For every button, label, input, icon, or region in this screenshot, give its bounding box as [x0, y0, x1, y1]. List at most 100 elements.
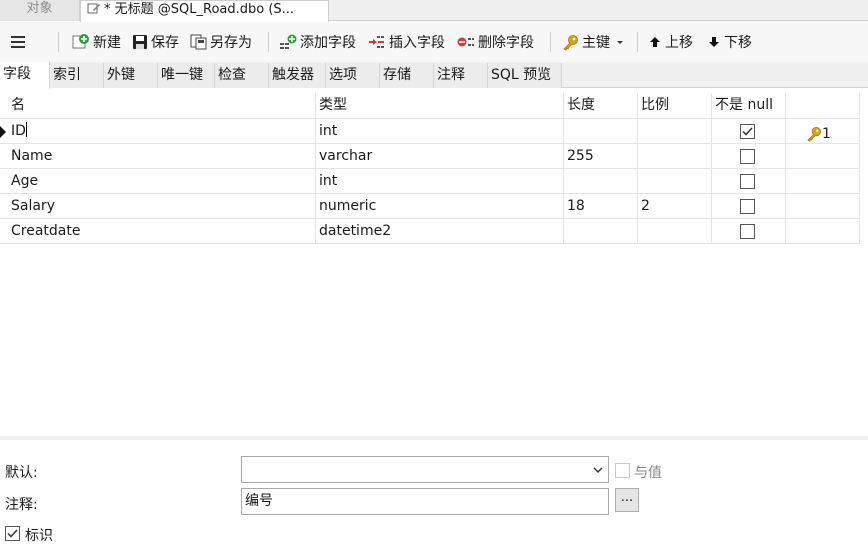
- designer-subtabs: 字段 索引 外键 唯一键 检查 触发器 选项 存储 注释 SQL 预览: [0, 62, 868, 89]
- field-length-cell[interactable]: [564, 119, 638, 143]
- dropdown-arrow-icon: [617, 41, 623, 44]
- chevron-down-icon: [593, 467, 603, 473]
- primary-key-dropdown[interactable]: 主键: [562, 22, 628, 62]
- field-name-cell[interactable]: ID: [8, 119, 316, 143]
- new-table-icon: [72, 34, 89, 49]
- field-properties-panel: 默认: 与值 注释: 编号 ... 标识: [0, 436, 868, 556]
- field-name-cell[interactable]: Age: [8, 169, 316, 193]
- field-scale-cell[interactable]: [638, 169, 712, 193]
- table-row[interactable]: Salary numeric 18 2: [0, 194, 860, 219]
- primary-key-order: 1: [822, 126, 831, 142]
- field-scale-cell[interactable]: [638, 219, 712, 243]
- checkmark-icon: [7, 529, 18, 538]
- field-not-null-cell: [712, 119, 786, 143]
- toolbar-divider: [58, 32, 59, 52]
- save-button[interactable]: 保存: [132, 22, 179, 62]
- move-up-button[interactable]: 上移: [648, 22, 693, 62]
- not-null-checkbox[interactable]: [740, 149, 755, 164]
- column-header-name[interactable]: 名: [8, 93, 316, 118]
- column-header-length[interactable]: 长度: [564, 93, 638, 118]
- toolbar-divider: [550, 32, 551, 52]
- tab-comment[interactable]: 注释: [434, 63, 488, 88]
- identity-checkbox[interactable]: [5, 526, 20, 541]
- move-down-label: 下移: [724, 35, 752, 51]
- arrow-up-icon: [650, 37, 660, 47]
- field-key-cell: [786, 219, 860, 243]
- field-name-cell[interactable]: Creatdate: [8, 219, 316, 243]
- not-null-checkbox[interactable]: [740, 174, 755, 189]
- save-as-icon: [190, 34, 207, 50]
- insert-field-icon: [369, 36, 384, 48]
- comment-editor-button[interactable]: ...: [615, 488, 639, 512]
- field-type-cell[interactable]: datetime2: [316, 219, 564, 243]
- field-type-cell[interactable]: varchar: [316, 144, 564, 168]
- checkmark-icon: [742, 127, 753, 136]
- document-tab-strip: 对象 * 无标题 @SQL_Road.dbo (S...: [0, 0, 868, 22]
- identity-label: 标识: [25, 528, 53, 544]
- tab-storage[interactable]: 存储: [380, 63, 434, 88]
- field-length-cell[interactable]: 255: [564, 144, 638, 168]
- save-button-label: 保存: [151, 35, 179, 51]
- tab-table-designer[interactable]: * 无标题 @SQL_Road.dbo (S...: [80, 0, 329, 22]
- key-icon: [807, 127, 821, 142]
- with-value-checkbox[interactable]: [615, 463, 630, 478]
- tab-objects[interactable]: 对象: [0, 0, 80, 21]
- insert-field-button-label: 插入字段: [389, 35, 445, 51]
- delete-field-button[interactable]: 删除字段: [457, 22, 534, 62]
- field-name-cell[interactable]: Name: [8, 144, 316, 168]
- text-caret: [25, 122, 27, 137]
- field-not-null-cell: [712, 194, 786, 218]
- arrow-down-icon: [709, 37, 719, 47]
- field-type-cell[interactable]: int: [316, 119, 564, 143]
- move-up-label: 上移: [665, 35, 693, 51]
- grid-header: 名 类型 长度 比例 不是 null: [0, 93, 860, 119]
- column-header-scale[interactable]: 比例: [638, 93, 712, 118]
- designer-toolbar: 新建 保存 另存为 添加字段 插入字段 删除字段 主键 上移 下移: [0, 22, 868, 62]
- tab-fields[interactable]: 字段: [0, 62, 50, 89]
- primary-key-badge: 1: [806, 122, 831, 143]
- delete-field-button-label: 删除字段: [478, 35, 534, 51]
- new-button[interactable]: 新建: [72, 22, 121, 62]
- save-as-button-label: 另存为: [210, 35, 252, 51]
- table-row[interactable]: Age int: [0, 169, 860, 194]
- field-scale-cell[interactable]: [638, 144, 712, 168]
- with-value-label: 与值: [634, 465, 662, 481]
- column-header-not-null[interactable]: 不是 null: [712, 93, 786, 118]
- field-type-cell[interactable]: numeric: [316, 194, 564, 218]
- field-not-null-cell: [712, 169, 786, 193]
- tab-unique-keys[interactable]: 唯一键: [158, 63, 215, 88]
- tab-foreign-keys[interactable]: 外键: [104, 63, 158, 88]
- not-null-checkbox[interactable]: [740, 224, 755, 239]
- field-length-cell[interactable]: [564, 169, 638, 193]
- comment-label: 注释:: [5, 497, 38, 513]
- toolbar-divider: [637, 32, 638, 52]
- menu-button[interactable]: [10, 22, 29, 62]
- column-header-type[interactable]: 类型: [316, 93, 564, 118]
- save-as-button[interactable]: 另存为: [190, 22, 252, 62]
- field-not-null-cell: [712, 219, 786, 243]
- default-value-combo[interactable]: [241, 456, 609, 483]
- insert-field-button[interactable]: 插入字段: [368, 22, 445, 62]
- add-field-button[interactable]: 添加字段: [279, 22, 356, 62]
- field-key-cell: [786, 169, 860, 193]
- table-row[interactable]: Creatdate datetime2: [0, 219, 860, 244]
- field-type-cell[interactable]: int: [316, 169, 564, 193]
- tab-checks[interactable]: 检查: [215, 63, 269, 88]
- field-name-cell[interactable]: Salary: [8, 194, 316, 218]
- save-icon: [133, 35, 147, 49]
- tab-triggers[interactable]: 触发器: [269, 63, 326, 88]
- field-length-cell[interactable]: 18: [564, 194, 638, 218]
- table-row[interactable]: Name varchar 255: [0, 144, 860, 169]
- field-scale-cell[interactable]: 2: [638, 194, 712, 218]
- not-null-checkbox[interactable]: [740, 124, 755, 139]
- tab-options[interactable]: 选项: [326, 63, 380, 88]
- move-down-button[interactable]: 下移: [707, 22, 752, 62]
- field-scale-cell[interactable]: [638, 119, 712, 143]
- comment-input[interactable]: 编号: [241, 488, 609, 515]
- table-row[interactable]: ID int 1: [0, 119, 860, 144]
- field-length-cell[interactable]: [564, 219, 638, 243]
- tab-sql-preview[interactable]: SQL 预览: [488, 63, 562, 88]
- not-null-checkbox[interactable]: [740, 199, 755, 214]
- tab-indexes[interactable]: 索引: [50, 63, 104, 88]
- delete-field-icon: [457, 37, 474, 47]
